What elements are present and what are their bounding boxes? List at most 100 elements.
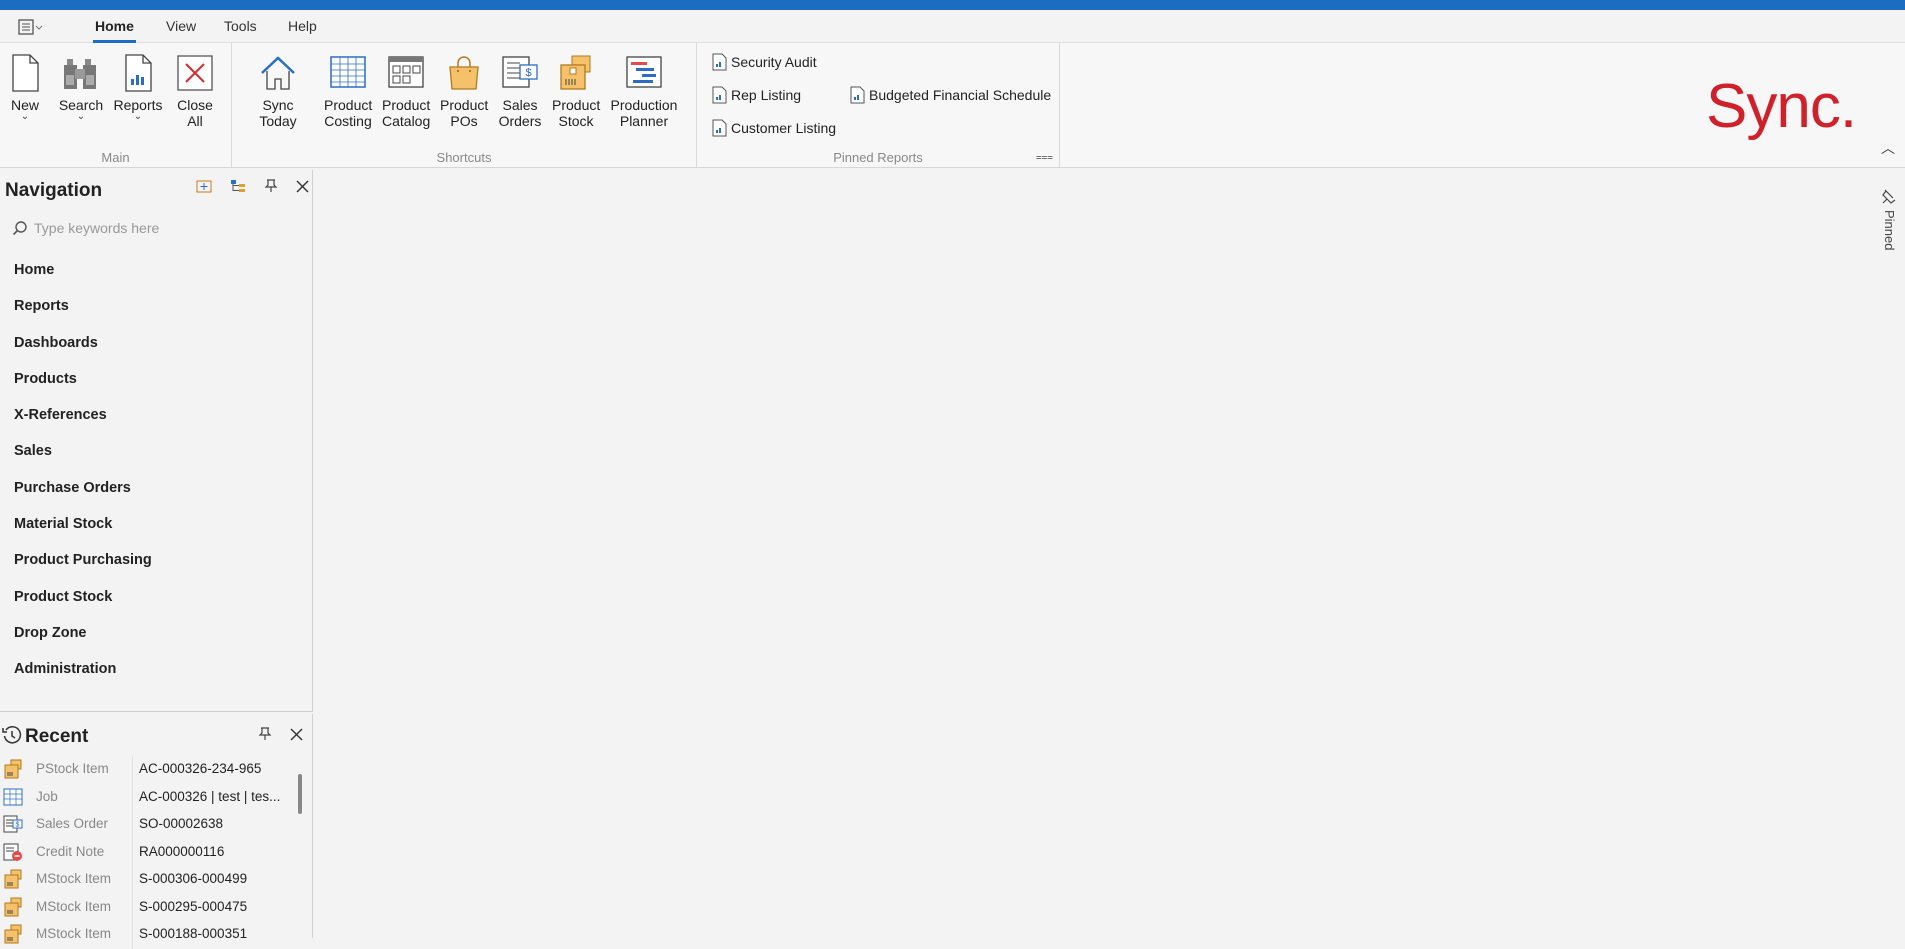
- sync-today-button[interactable]: Sync Today: [242, 53, 314, 129]
- product-pos-label-1: Product: [440, 97, 489, 113]
- navigation-panel: Navigation Home Reports Dashboards Produ…: [0, 170, 313, 712]
- chevron-down-icon: ⌄: [76, 111, 86, 122]
- nav-item-reports[interactable]: Reports: [14, 298, 152, 334]
- nav-item-x-references[interactable]: X-References: [14, 407, 152, 443]
- tab-home[interactable]: Home: [93, 18, 136, 43]
- sales-orders-button[interactable]: $ Sales Orders: [498, 53, 542, 129]
- ribbon-group-pinned-reports: Security Audit Rep Listing Customer List…: [697, 43, 1060, 168]
- recent-row[interactable]: Credit Note RA000000116: [0, 838, 292, 866]
- close-icon[interactable]: [296, 180, 309, 196]
- binoculars-icon: [64, 59, 96, 89]
- recent-row-value: S-000188-000351: [139, 926, 248, 941]
- stock-box-icon: [3, 869, 23, 889]
- product-costing-label-1: Product: [324, 97, 373, 113]
- stock-box-icon: [560, 55, 591, 90]
- pinned-report-security-audit[interactable]: Security Audit: [712, 53, 817, 71]
- nav-item-home[interactable]: Home: [14, 262, 152, 298]
- chevron-down-icon: ⌄: [20, 111, 30, 122]
- recent-row-value: S-000295-000475: [139, 898, 248, 914]
- navigation-search-input[interactable]: [34, 220, 284, 236]
- product-catalog-button[interactable]: Product Catalog: [382, 53, 430, 129]
- nav-item-products[interactable]: Products: [14, 371, 152, 407]
- navigation-search: [12, 220, 302, 242]
- nav-item-purchase-orders[interactable]: Purchase Orders: [14, 480, 152, 516]
- column-divider: [132, 838, 133, 866]
- collapse-ribbon-icon[interactable]: ︿: [1881, 138, 1895, 158]
- recent-row-type: Credit Note: [36, 843, 105, 859]
- nav-item-drop-zone[interactable]: Drop Zone: [14, 625, 152, 661]
- recent-panel-tools: [244, 727, 303, 744]
- recent-row[interactable]: MStock Item S-000188-000351: [0, 921, 292, 949]
- close-all-button[interactable]: Close All: [174, 53, 216, 129]
- nav-item-product-stock[interactable]: Product Stock: [14, 589, 152, 625]
- nav-item-product-purchasing[interactable]: Product Purchasing: [14, 552, 152, 588]
- recent-list: PStock Item AC-000326-234-965 Job AC-000326…: [0, 756, 292, 949]
- nav-item-sales[interactable]: Sales: [14, 443, 152, 479]
- recent-row-type: MStock Item: [36, 898, 112, 914]
- sales-order-icon: $: [502, 56, 538, 88]
- pinned-report-label: Customer Listing: [731, 120, 837, 136]
- product-pos-button[interactable]: Product POs: [440, 53, 488, 129]
- planner-chart-icon: [626, 56, 662, 88]
- ribbon: New ⌄ Search ⌄ Reports ⌄ Close All Main …: [0, 43, 1905, 168]
- search-button[interactable]: Search ⌄: [56, 53, 106, 122]
- nav-item-dashboards[interactable]: Dashboards: [14, 335, 152, 371]
- column-divider: [132, 866, 133, 894]
- pin-icon[interactable]: [258, 727, 272, 744]
- chevron-down-icon: ⌄: [133, 111, 143, 122]
- recent-row[interactable]: MStock Item S-000306-000499: [0, 866, 292, 894]
- house-icon: [261, 56, 295, 90]
- nav-item-administration[interactable]: Administration: [14, 661, 152, 697]
- navigation-list: Home Reports Dashboards Products X-Refer…: [14, 262, 152, 698]
- sales-order-icon: $: [3, 814, 23, 834]
- product-costing-button[interactable]: Product Costing: [324, 53, 372, 129]
- group-launcher-icon[interactable]: ⩶: [1036, 152, 1053, 163]
- production-planner-label-1: Production: [610, 97, 678, 113]
- tree-view-icon[interactable]: [230, 179, 246, 196]
- close-icon[interactable]: [290, 728, 303, 744]
- recent-row[interactable]: $ Sales Order SO-00002638: [0, 811, 292, 839]
- title-bar: [0, 0, 1905, 10]
- close-all-label-2: All: [187, 113, 203, 129]
- tab-help[interactable]: Help: [288, 18, 317, 34]
- production-planner-button[interactable]: Production Planner: [610, 53, 678, 129]
- stock-box-icon: [3, 897, 23, 917]
- menu-bar: Home View Tools Help: [0, 10, 1905, 43]
- tab-tools[interactable]: Tools: [224, 18, 257, 34]
- recent-title: Recent: [25, 726, 89, 747]
- pinned-report-customer-listing[interactable]: Customer Listing: [712, 119, 836, 137]
- pinned-side-tab[interactable]: Pinned: [1875, 188, 1903, 268]
- tab-view[interactable]: View: [166, 18, 196, 34]
- product-stock-button[interactable]: Product Stock: [552, 53, 600, 129]
- product-catalog-label-2: Catalog: [382, 113, 431, 129]
- recent-row-type: MStock Item: [36, 871, 112, 886]
- recent-row-value: RA000000116: [139, 843, 225, 859]
- product-costing-label-2: Costing: [324, 113, 372, 129]
- recent-scrollbar[interactable]: [298, 774, 302, 814]
- navigation-title: Navigation: [5, 180, 103, 201]
- nav-item-material-stock[interactable]: Material Stock: [14, 516, 152, 552]
- app-menu-icon[interactable]: [16, 16, 46, 38]
- pinned-report-budgeted-financial-schedule[interactable]: Budgeted Financial Schedule: [850, 86, 1051, 104]
- main-workspace: [314, 170, 1864, 938]
- pin-icon[interactable]: [264, 179, 278, 196]
- product-pos-label-2: POs: [450, 113, 478, 129]
- column-divider: [132, 811, 133, 839]
- ribbon-group-label: Pinned Reports: [833, 150, 923, 165]
- report-document-icon: [125, 54, 152, 92]
- pinned-report-rep-listing[interactable]: Rep Listing: [712, 86, 801, 104]
- close-all-label-1: Close: [177, 97, 213, 113]
- shopping-bag-icon: [449, 56, 479, 90]
- recent-row[interactable]: MStock Item S-000295-000475: [0, 893, 292, 921]
- svg-text:$: $: [16, 822, 20, 829]
- recent-row[interactable]: Job AC-000326 | test | tes...: [0, 783, 292, 811]
- new-button[interactable]: New ⌄: [6, 53, 44, 122]
- reports-button[interactable]: Reports ⌄: [112, 53, 164, 122]
- report-icon: [712, 119, 727, 137]
- close-window-icon: [177, 55, 213, 91]
- expand-all-icon[interactable]: [196, 179, 212, 196]
- catalog-icon: [388, 56, 424, 88]
- pinned-report-label: Rep Listing: [731, 87, 802, 103]
- recent-row[interactable]: PStock Item AC-000326-234-965: [0, 756, 292, 784]
- recent-row-type: Job: [36, 788, 58, 804]
